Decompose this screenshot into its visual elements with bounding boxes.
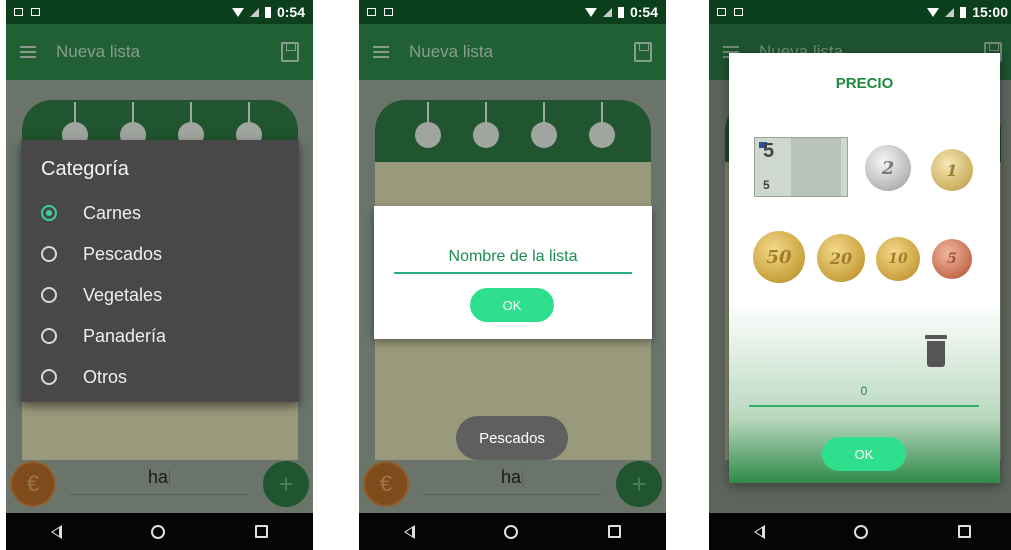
category-option-carnes[interactable]: Carnes (41, 199, 141, 227)
price-dialog: PRECIO 5 5 2 1 50 20 10 5 0 OK (729, 53, 1000, 483)
option-label: Panadería (83, 325, 167, 346)
category-option-otros[interactable]: Otros (41, 363, 127, 391)
dialog-title: Categoría (41, 158, 129, 180)
image-notification-icon (367, 8, 376, 16)
wifi-icon (231, 7, 244, 17)
battery-icon (264, 6, 271, 18)
bill-arch-image (791, 138, 841, 196)
phone-screen-price: 15:00 Nueva lista PRECIO 5 5 2 1 50 20 1… (709, 0, 1011, 550)
status-bar: 0:54 (6, 0, 313, 24)
back-icon[interactable] (50, 524, 62, 539)
ok-button[interactable]: OK (470, 288, 554, 322)
radio-icon[interactable] (41, 246, 57, 262)
dialog-title: PRECIO (835, 75, 894, 92)
list-name-dialog: Nombre de la lista OK (374, 206, 652, 339)
system-nav-bar (359, 513, 666, 550)
home-icon[interactable] (151, 524, 166, 539)
twenty-cent-coin[interactable]: 20 (817, 234, 865, 282)
two-euro-coin[interactable]: 2 (865, 145, 911, 191)
image-notification-icon (14, 8, 23, 16)
status-time: 0:54 (276, 4, 305, 20)
trash-icon[interactable] (925, 335, 947, 367)
back-icon[interactable] (753, 524, 765, 539)
option-label: Pescados (83, 243, 163, 264)
phone-screen-list-name: 0:54 Nueva lista € ha + Nombre de la lis… (359, 0, 666, 550)
fifty-cent-coin[interactable]: 50 (753, 231, 805, 283)
trash-body (927, 341, 945, 367)
wifi-icon (927, 7, 940, 17)
category-option-vegetales[interactable]: Vegetales (41, 281, 162, 309)
mail-notification-icon (31, 8, 40, 16)
recents-icon[interactable] (255, 525, 269, 538)
recents-icon[interactable] (608, 525, 622, 538)
home-icon[interactable] (854, 524, 869, 539)
signal-icon (945, 7, 955, 17)
wifi-icon (584, 7, 597, 17)
status-bar: 0:54 (359, 0, 666, 24)
mail-notification-icon (384, 8, 393, 16)
status-time: 0:54 (629, 4, 658, 20)
signal-icon (602, 7, 612, 17)
battery-icon (617, 6, 624, 18)
system-nav-bar (709, 513, 1011, 550)
status-bar: 15:00 (709, 0, 1011, 24)
home-icon[interactable] (504, 524, 519, 539)
battery-charging-icon (960, 6, 967, 18)
category-dialog: Categoría Carnes Pescados Vegetales Pana… (21, 140, 299, 402)
bill-value-small: 5 (763, 178, 770, 192)
category-option-panaderia[interactable]: Panadería (41, 322, 166, 350)
radio-icon[interactable] (41, 328, 57, 344)
back-icon[interactable] (403, 524, 415, 539)
radio-selected-icon[interactable] (41, 205, 57, 221)
status-time: 15:00 (972, 4, 1008, 20)
five-euro-bill[interactable]: 5 5 (754, 137, 848, 197)
radio-icon[interactable] (41, 287, 57, 303)
list-name-input[interactable]: Nombre de la lista (394, 240, 632, 274)
ok-button[interactable]: OK (822, 437, 906, 471)
recents-icon[interactable] (958, 525, 972, 538)
image-notification-icon (717, 8, 726, 16)
radio-icon[interactable] (41, 369, 57, 385)
option-label: Vegetales (83, 284, 163, 305)
android-notification-icon (734, 8, 743, 16)
option-label: Carnes (83, 202, 142, 223)
one-euro-coin[interactable]: 1 (931, 149, 973, 191)
signal-icon (249, 7, 259, 17)
phone-screen-category: 0:54 Nueva lista € ha + Categoría Carnes… (6, 0, 313, 550)
bill-value: 5 (763, 140, 775, 162)
price-value-field[interactable]: 0 (749, 381, 979, 407)
trash-lid (925, 335, 947, 339)
option-label: Otros (83, 366, 128, 387)
ten-cent-coin[interactable]: 10 (876, 237, 920, 281)
toast-message: Pescados (456, 416, 568, 460)
five-cent-coin[interactable]: 5 (932, 239, 972, 279)
system-nav-bar (6, 513, 313, 550)
category-option-pescados[interactable]: Pescados (41, 240, 162, 268)
